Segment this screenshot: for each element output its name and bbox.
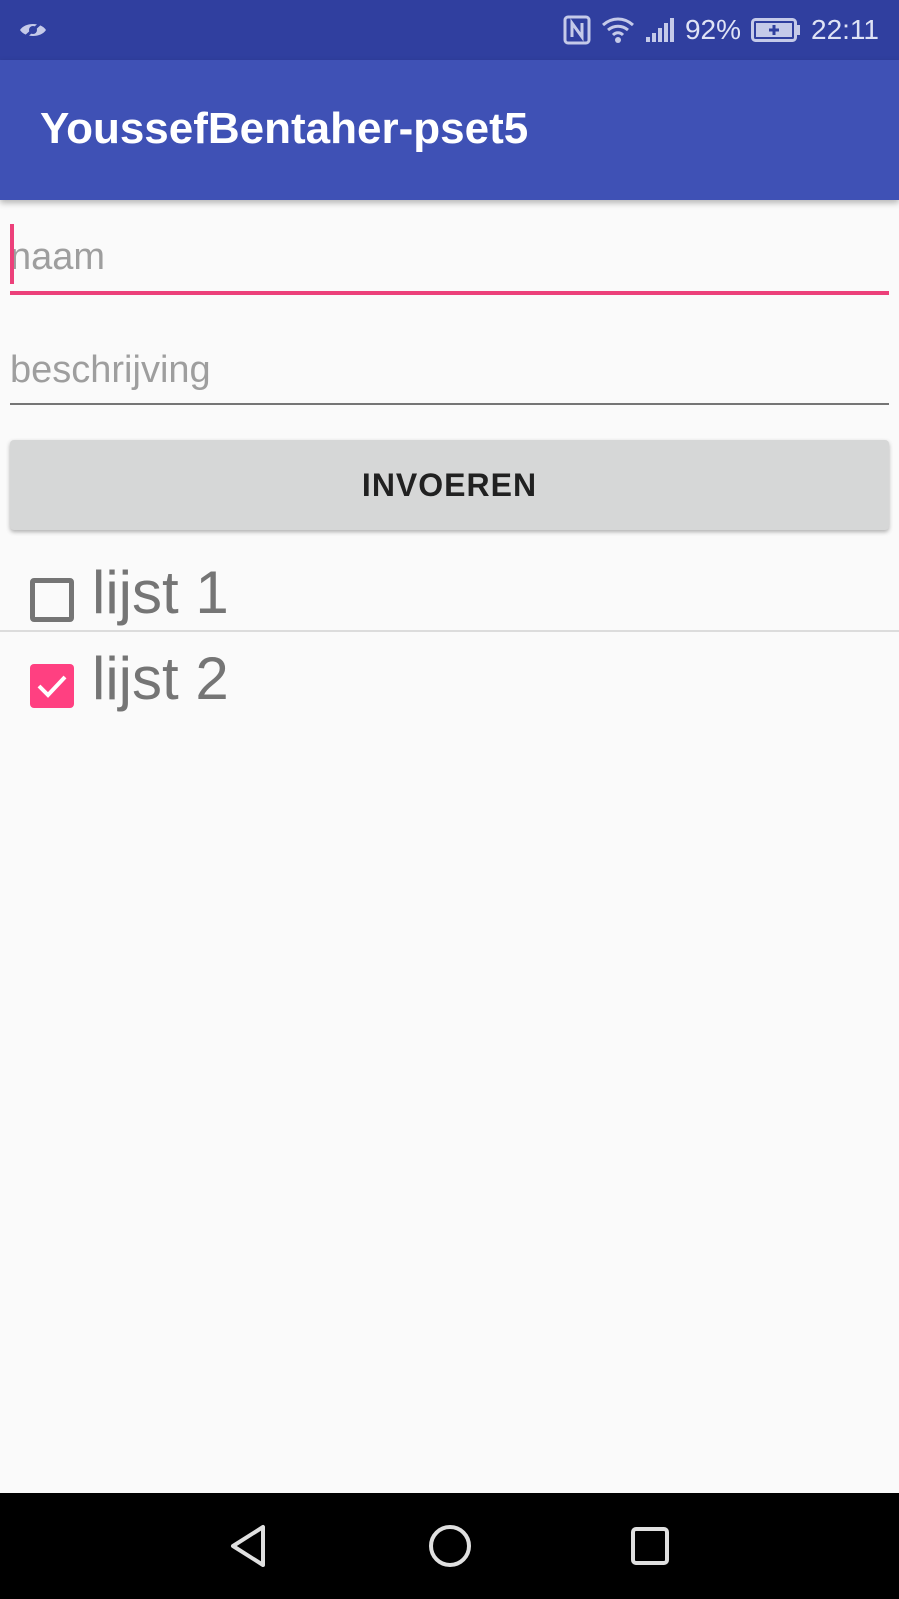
eye-off-icon xyxy=(18,18,48,42)
submit-button[interactable]: INVOEREN xyxy=(10,440,889,530)
list-checkbox-unchecked[interactable] xyxy=(30,578,74,622)
description-field-underline xyxy=(10,403,889,405)
app-title: YoussefBentaher-pset5 xyxy=(40,104,529,153)
text-cursor xyxy=(10,224,14,284)
list-divider xyxy=(0,630,899,632)
description-field-placeholder: beschrijving xyxy=(10,349,211,391)
name-field-placeholder: naam xyxy=(10,236,106,278)
check-icon xyxy=(37,675,67,698)
name-field-underline xyxy=(10,291,889,295)
clock: 22:11 xyxy=(811,14,879,45)
list-item[interactable]: lijst 1 xyxy=(0,548,899,632)
navigation-bar xyxy=(0,1493,899,1599)
description-field[interactable]: beschrijving xyxy=(10,340,889,410)
list-item-label: lijst 1 xyxy=(92,559,229,626)
nfc-icon xyxy=(563,15,591,45)
list-item-label: lijst 2 xyxy=(92,645,229,712)
back-icon[interactable] xyxy=(225,1521,275,1571)
app-bar: YoussefBentaher-pset5 xyxy=(0,60,899,200)
signal-icon xyxy=(645,17,675,43)
battery-charging-icon xyxy=(751,18,801,42)
name-field[interactable]: naam xyxy=(10,220,889,300)
battery-percent: 92% xyxy=(684,14,741,45)
status-bar: 92% 22:11 xyxy=(0,0,899,60)
status-icons: 92% 22:11 xyxy=(563,0,879,60)
list-item[interactable]: lijst 2 xyxy=(0,634,899,718)
home-icon[interactable] xyxy=(425,1521,475,1571)
recents-icon[interactable] xyxy=(625,1521,675,1571)
list-checkbox-checked[interactable] xyxy=(30,664,74,708)
wifi-icon xyxy=(601,16,635,44)
